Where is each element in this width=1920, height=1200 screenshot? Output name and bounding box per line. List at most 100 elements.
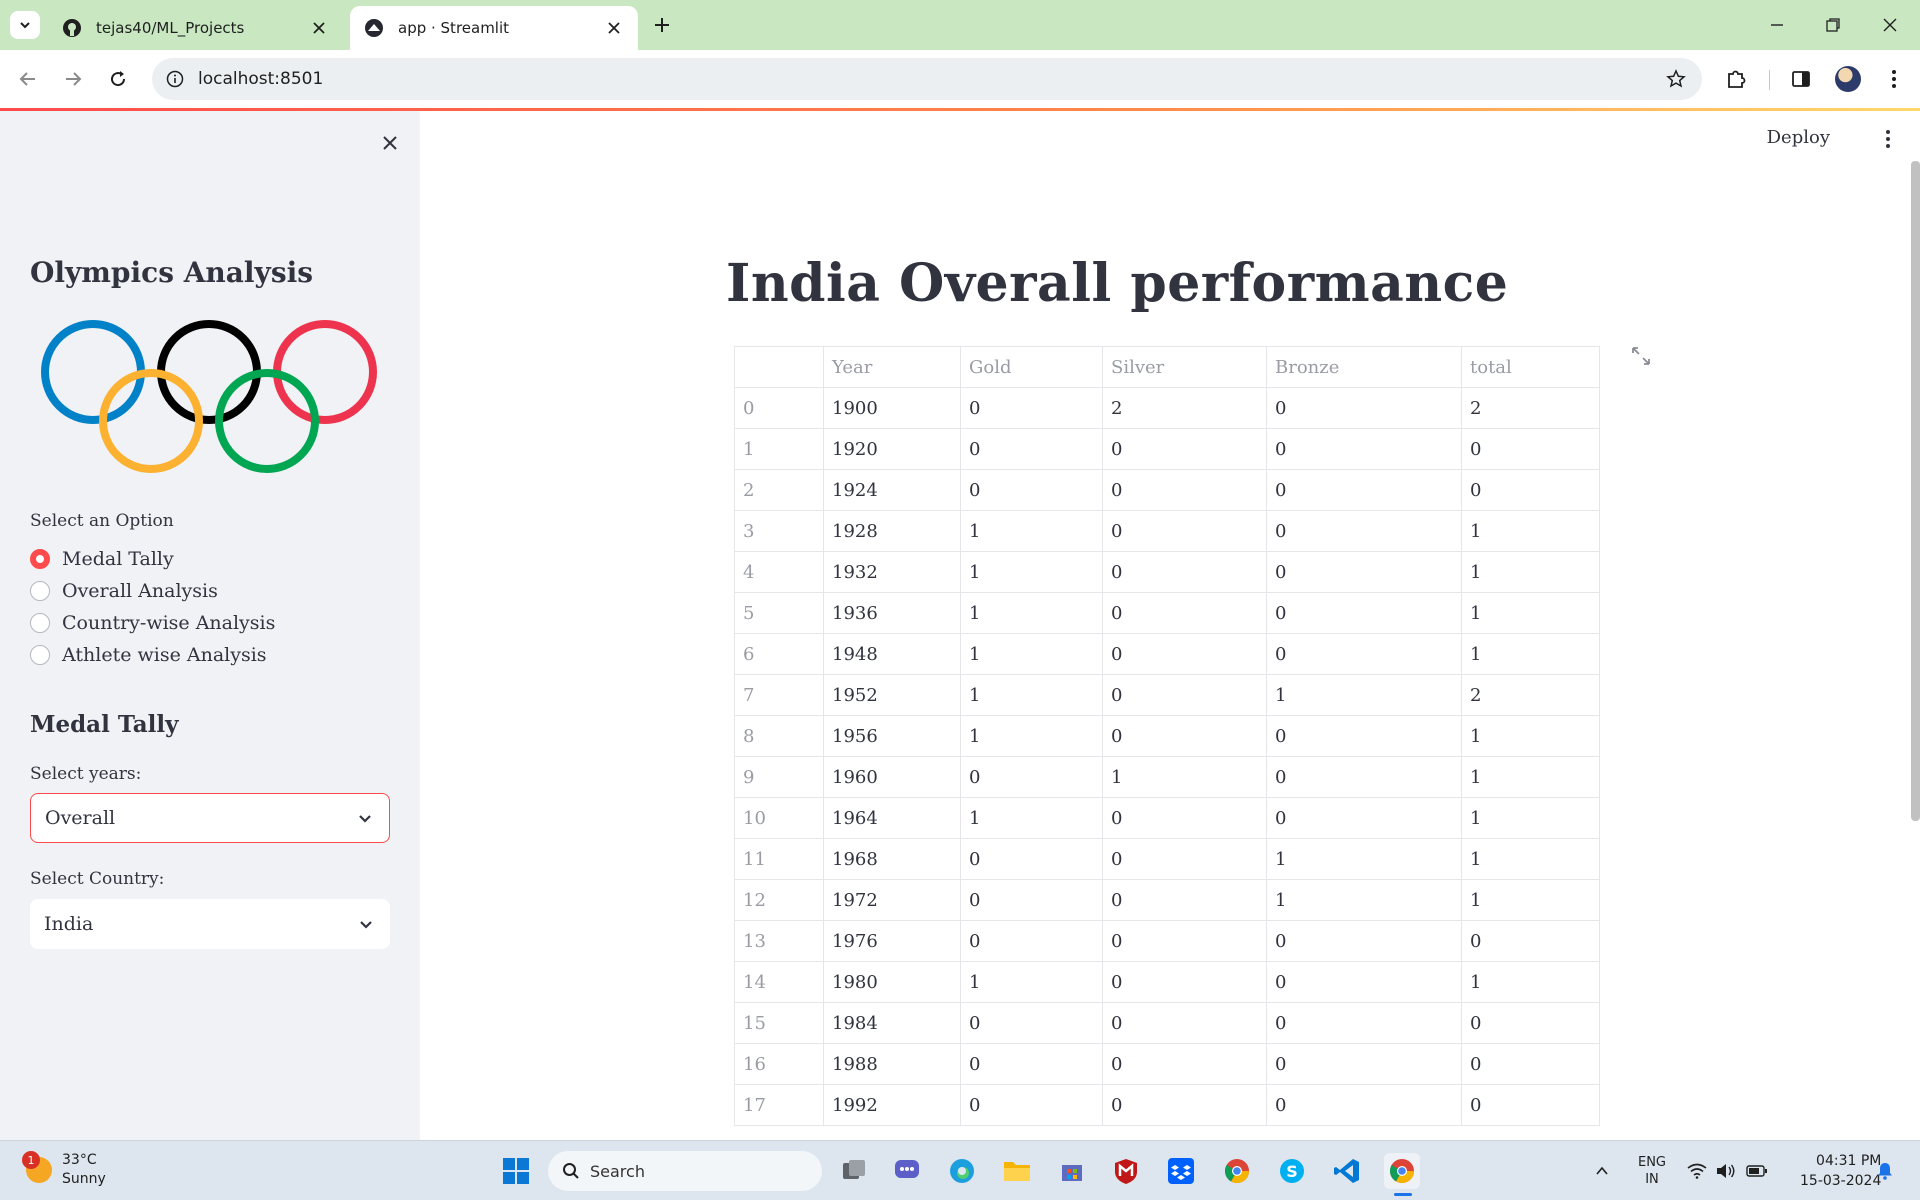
extensions-button[interactable] [1722, 65, 1750, 93]
table-cell[interactable]: 0 [1266, 510, 1462, 552]
table-cell[interactable]: 0 [1266, 715, 1462, 757]
table-cell[interactable]: 1 [1461, 838, 1600, 880]
new-tab-button[interactable] [650, 13, 674, 37]
table-cell[interactable]: 2 [1461, 387, 1600, 429]
table-cell[interactable]: 0 [1102, 961, 1267, 1003]
table-cell[interactable]: 0 [960, 920, 1103, 962]
table-cell[interactable]: 0 [1102, 633, 1267, 675]
bookmark-star-icon[interactable] [1664, 67, 1688, 91]
row-index-cell[interactable]: 11 [734, 838, 824, 880]
table-cell[interactable]: 1920 [823, 428, 961, 470]
radio-athlete-wise-analysis[interactable]: Athlete wise Analysis [30, 639, 275, 671]
side-panel-button[interactable] [1787, 65, 1815, 93]
chrome-active-icon[interactable] [1384, 1153, 1420, 1189]
table-cell[interactable]: 0 [960, 1043, 1103, 1085]
radio-unchecked-icon[interactable] [30, 645, 50, 665]
chat-app-icon[interactable] [889, 1153, 925, 1189]
dataframe-table[interactable]: Year Gold Silver Bronze total 0 1900 0 2 0 2 1… [734, 346, 1600, 1126]
table-cell[interactable]: 0 [1461, 428, 1600, 470]
skype-icon[interactable]: S [1274, 1153, 1310, 1189]
mcafee-icon[interactable] [1108, 1153, 1144, 1189]
table-cell[interactable]: 0 [1266, 1002, 1462, 1044]
table-cell[interactable]: 1964 [823, 797, 961, 839]
table-cell[interactable]: 1932 [823, 551, 961, 593]
collapse-sidebar-button[interactable] [378, 131, 402, 155]
table-cell[interactable]: 0 [1461, 1084, 1600, 1126]
table-cell[interactable]: 0 [1266, 797, 1462, 839]
microsoft-store-icon[interactable] [1054, 1153, 1090, 1189]
radio-medal-tally[interactable]: Medal Tally [30, 543, 275, 575]
table-cell[interactable]: 0 [1266, 961, 1462, 1003]
taskbar-search-box[interactable]: Search [548, 1151, 822, 1191]
column-header[interactable]: Bronze [1266, 346, 1462, 388]
table-cell[interactable]: 0 [1461, 1043, 1600, 1085]
dropbox-icon[interactable] [1163, 1153, 1199, 1189]
start-button[interactable] [498, 1153, 534, 1189]
table-cell[interactable]: 2 [1102, 387, 1267, 429]
table-cell[interactable]: 0 [1461, 1002, 1600, 1044]
table-cell[interactable]: 1936 [823, 592, 961, 634]
row-index-cell[interactable]: 12 [734, 879, 824, 921]
table-cell[interactable]: 0 [1102, 1043, 1267, 1085]
row-index-cell[interactable]: 3 [734, 510, 824, 552]
table-cell[interactable]: 1 [1461, 551, 1600, 593]
table-cell[interactable]: 0 [1102, 838, 1267, 880]
table-cell[interactable]: 0 [1102, 1084, 1267, 1126]
row-index-cell[interactable]: 16 [734, 1043, 824, 1085]
table-cell[interactable]: 2 [1461, 674, 1600, 716]
fullscreen-expand-button[interactable] [1630, 345, 1652, 367]
weather-widget[interactable]: 1 33°C Sunny [22, 1151, 106, 1189]
table-cell[interactable]: 1956 [823, 715, 961, 757]
close-tab-icon[interactable] [309, 18, 329, 38]
table-cell[interactable]: 1 [1266, 879, 1462, 921]
table-cell[interactable]: 0 [1266, 920, 1462, 962]
restore-window-button[interactable] [1818, 10, 1848, 40]
close-window-button[interactable] [1875, 10, 1905, 40]
deploy-button[interactable]: Deploy [1767, 127, 1830, 148]
table-cell[interactable]: 1 [960, 674, 1103, 716]
table-cell[interactable]: 0 [960, 756, 1103, 798]
table-cell[interactable]: 0 [1266, 469, 1462, 511]
vscode-icon[interactable] [1329, 1153, 1365, 1189]
table-cell[interactable]: 0 [1102, 428, 1267, 470]
volume-icon[interactable] [1713, 1153, 1739, 1189]
address-url[interactable]: localhost:8501 [198, 69, 323, 89]
row-index-cell[interactable]: 10 [734, 797, 824, 839]
radio-unchecked-icon[interactable] [30, 581, 50, 601]
table-cell[interactable]: 0 [960, 1002, 1103, 1044]
table-cell[interactable]: 1980 [823, 961, 961, 1003]
forward-button[interactable] [58, 64, 88, 94]
table-cell[interactable]: 0 [1461, 920, 1600, 962]
table-cell[interactable]: 0 [960, 428, 1103, 470]
table-cell[interactable]: 1 [960, 551, 1103, 593]
battery-icon[interactable] [1744, 1153, 1770, 1189]
site-info-icon[interactable] [164, 68, 186, 90]
row-index-cell[interactable]: 8 [734, 715, 824, 757]
radio-checked-icon[interactable] [30, 549, 50, 569]
table-cell[interactable]: 1948 [823, 633, 961, 675]
browser-menu-button[interactable] [1880, 65, 1908, 93]
table-cell[interactable]: 1960 [823, 756, 961, 798]
show-hidden-icons-chevron-up-icon[interactable] [1588, 1153, 1616, 1189]
row-index-cell[interactable]: 9 [734, 756, 824, 798]
reload-button[interactable] [103, 64, 133, 94]
table-cell[interactable]: 1 [960, 797, 1103, 839]
app-menu-button[interactable] [1876, 125, 1900, 153]
table-cell[interactable]: 1 [1461, 510, 1600, 552]
profile-avatar[interactable] [1835, 66, 1861, 92]
table-cell[interactable]: 1 [960, 961, 1103, 1003]
table-cell[interactable]: 1 [1461, 715, 1600, 757]
table-cell[interactable]: 1988 [823, 1043, 961, 1085]
country-select[interactable]: India [30, 899, 390, 949]
row-index-cell[interactable]: 15 [734, 1002, 824, 1044]
task-view-icon[interactable] [836, 1153, 872, 1189]
table-cell[interactable]: 1972 [823, 879, 961, 921]
tab-search-button[interactable] [10, 11, 40, 39]
table-cell[interactable]: 1 [1461, 633, 1600, 675]
back-button[interactable] [13, 64, 43, 94]
table-cell[interactable]: 1 [1461, 961, 1600, 1003]
table-cell[interactable]: 0 [1266, 387, 1462, 429]
chrome-icon[interactable] [1219, 1153, 1255, 1189]
table-cell[interactable]: 0 [1102, 674, 1267, 716]
table-cell[interactable]: 1924 [823, 469, 961, 511]
